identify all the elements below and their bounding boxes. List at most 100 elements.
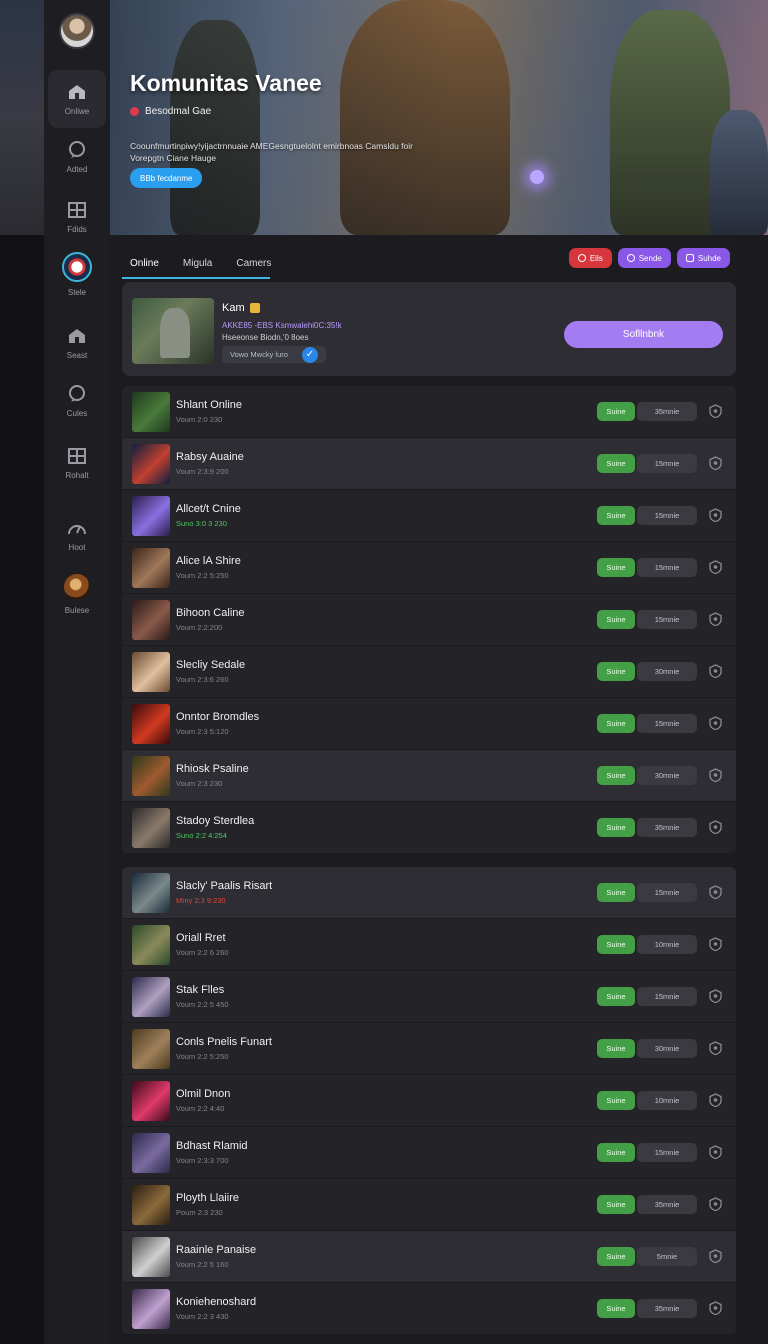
sidebar-item-1[interactable]: Adted — [44, 128, 110, 186]
status-badge[interactable]: Suine — [597, 766, 635, 785]
sidebar-item-4[interactable]: Seast — [44, 314, 110, 372]
list-item[interactable]: Bdhast Rlamid Voum 2:3:3 700 Suine 15mnie — [122, 1127, 736, 1179]
settings-icon[interactable] — [707, 988, 723, 1004]
sidebar-item-2[interactable]: Fdids — [44, 188, 110, 246]
status-badge[interactable]: Suine — [597, 987, 635, 1006]
sidebar-item-8[interactable]: Bulese — [44, 564, 110, 624]
featured-tag[interactable]: Vowo Mwcky luro ✓ — [222, 346, 326, 363]
sidebar-item-5[interactable]: Cules — [44, 372, 110, 430]
settings-icon[interactable] — [707, 936, 723, 952]
tab-online[interactable]: Online — [122, 246, 167, 280]
list-item[interactable]: Rhiosk Psaline Voum 2:3 230 Suine 30mnie — [122, 750, 736, 802]
time-badge[interactable]: 35mnie — [637, 818, 697, 837]
list-item[interactable]: Alice lA Shire Voum 2:2 5:250 Suine 15mnie — [122, 542, 736, 594]
status-badge[interactable]: Suine — [597, 662, 635, 681]
time-badge[interactable]: 15mnie — [637, 454, 697, 473]
settings-icon[interactable] — [707, 559, 723, 575]
status-badge[interactable]: Suine — [597, 1195, 635, 1214]
chip-suhde[interactable]: Suhde — [676, 248, 730, 268]
time-badge[interactable]: 30mnie — [637, 662, 697, 681]
list-item-subtitle: Voum 2:0 230 — [176, 415, 223, 424]
settings-icon[interactable] — [707, 715, 723, 731]
time-badge[interactable]: 15mnie — [637, 883, 697, 902]
status-badge[interactable]: Suine — [597, 883, 635, 902]
settings-icon[interactable] — [707, 1300, 723, 1316]
list-item[interactable]: Slecliy Sedale Voum 2:3:6 260 Suine 30mnie — [122, 646, 736, 698]
status-badge[interactable]: Suine — [597, 558, 635, 577]
list-item[interactable]: Stak Flles Voum 2:2 5 450 Suine 15mnie — [122, 971, 736, 1023]
list-item[interactable]: Oriall Rret Voum 2:2 6 260 Suine 10mnie — [122, 919, 736, 971]
sidebar-item-6[interactable]: Rohalt — [44, 434, 110, 492]
settings-icon[interactable] — [707, 455, 723, 471]
status-badge[interactable]: Suine — [597, 1299, 635, 1318]
list-item[interactable]: Shlant Online Voum 2:0 230 Suine 35mnie — [122, 386, 736, 438]
time-badge[interactable]: 15mnie — [637, 1143, 697, 1162]
featured-thumbnail[interactable] — [132, 298, 214, 364]
list-item[interactable]: Stadoy Sterdlea Suno 2:2 4:254 Suine 35mnie — [122, 802, 736, 854]
list-item[interactable]: Allcet/t Cnine Suno 3:0 3 230 Suine 15mnie — [122, 490, 736, 542]
list-item[interactable]: Onntor Bromdles Voum 2:3 5:120 Suine 15mnie — [122, 698, 736, 750]
status-badge[interactable]: Suine — [597, 1143, 635, 1162]
status-badge[interactable]: Suine — [597, 1039, 635, 1058]
list-item-title: Raainle Panaise — [176, 1244, 257, 1256]
hero-action-button[interactable]: BBb fecdanme — [130, 168, 203, 188]
sidebar-item-0[interactable]: Onliwe — [48, 70, 106, 128]
time-badge[interactable]: 10mnie — [637, 1091, 697, 1110]
time-badge[interactable]: 10mnie — [637, 935, 697, 954]
list-item[interactable]: Conls Pnelis Funart Voum 2:2 5:250 Suine 30… — [122, 1023, 736, 1075]
sidebar-item-3[interactable]: Stele — [44, 244, 110, 304]
check-icon: ✓ — [301, 346, 318, 363]
settings-icon[interactable] — [707, 507, 723, 523]
list-item[interactable]: Ployth Llaiire Poum 2:3 230 Suine 35mnie — [122, 1179, 736, 1231]
time-badge[interactable]: 30mnie — [637, 766, 697, 785]
settings-icon[interactable] — [707, 1248, 723, 1264]
list-item[interactable]: Olmil Dnon Voum 2:2 4:40 Suine 10mnie — [122, 1075, 736, 1127]
time-badge[interactable]: 15mnie — [637, 558, 697, 577]
settings-icon[interactable] — [707, 611, 723, 627]
chip-eils[interactable]: Eils — [568, 248, 612, 268]
status-badge[interactable]: Suine — [597, 818, 635, 837]
time-badge[interactable]: 30mnie — [637, 1039, 697, 1058]
status-badge[interactable]: Suine — [597, 935, 635, 954]
time-badge[interactable]: 35mnie — [637, 1195, 697, 1214]
list-item-thumbnail — [132, 977, 170, 1017]
settings-icon[interactable] — [707, 1040, 723, 1056]
settings-icon[interactable] — [707, 1196, 723, 1212]
settings-icon[interactable] — [707, 1092, 723, 1108]
settings-icon[interactable] — [707, 819, 723, 835]
list-item[interactable]: Rabsy Auaine Voum 2:3:9 200 Suine 15mnie — [122, 438, 736, 490]
time-badge[interactable]: 5mnie — [637, 1247, 697, 1266]
tab-camers[interactable]: Camers — [220, 246, 279, 280]
status-badge[interactable]: Suine — [597, 454, 635, 473]
settings-icon[interactable] — [707, 663, 723, 679]
settings-icon[interactable] — [707, 767, 723, 783]
status-badge[interactable]: Suine — [597, 506, 635, 525]
list-item[interactable]: Koniehenoshard Voum 2:2 3 430 Suine 35mnie — [122, 1283, 736, 1335]
settings-icon[interactable] — [707, 884, 723, 900]
status-badge[interactable]: Suine — [597, 1091, 635, 1110]
list-item[interactable]: Raainle Panaise Voum 2:2 5 160 Suine 5mnie — [122, 1231, 736, 1283]
status-badge[interactable]: Suine — [597, 610, 635, 629]
list-item[interactable]: Slacly' Paalis Risart Mmy 2:3 9:230 Suine 1… — [122, 867, 736, 919]
status-badge[interactable]: Suine — [597, 402, 635, 421]
status-badge[interactable]: Suine — [597, 1247, 635, 1266]
sidebar-item-7[interactable]: Hoot — [44, 506, 110, 564]
time-badge[interactable]: 15mnie — [637, 714, 697, 733]
time-badge[interactable]: 35mnie — [637, 402, 697, 421]
featured-cta-button[interactable]: Sofllnbnk — [564, 321, 723, 348]
chip-label: Suhde — [697, 253, 721, 263]
list-item[interactable]: Bihoon Caline Voum 2:2:200 Suine 15mnie — [122, 594, 736, 646]
time-badge[interactable]: 15mnie — [637, 987, 697, 1006]
chip-label: Sende — [638, 253, 662, 263]
time-badge[interactable]: 15mnie — [637, 610, 697, 629]
hero-banner: Komunitas Vanee Besodmal Gae Coounfmurti… — [110, 0, 768, 235]
settings-icon[interactable] — [707, 403, 723, 419]
settings-icon[interactable] — [707, 1144, 723, 1160]
chip-sende[interactable]: Sende — [617, 248, 671, 268]
list-item-subtitle: Voum 2:2:200 — [176, 623, 223, 632]
user-avatar[interactable] — [59, 13, 95, 49]
status-badge[interactable]: Suine — [597, 714, 635, 733]
time-badge[interactable]: 35mnie — [637, 1299, 697, 1318]
time-badge[interactable]: 15mnie — [637, 506, 697, 525]
tab-migula[interactable]: Migula — [167, 246, 220, 280]
